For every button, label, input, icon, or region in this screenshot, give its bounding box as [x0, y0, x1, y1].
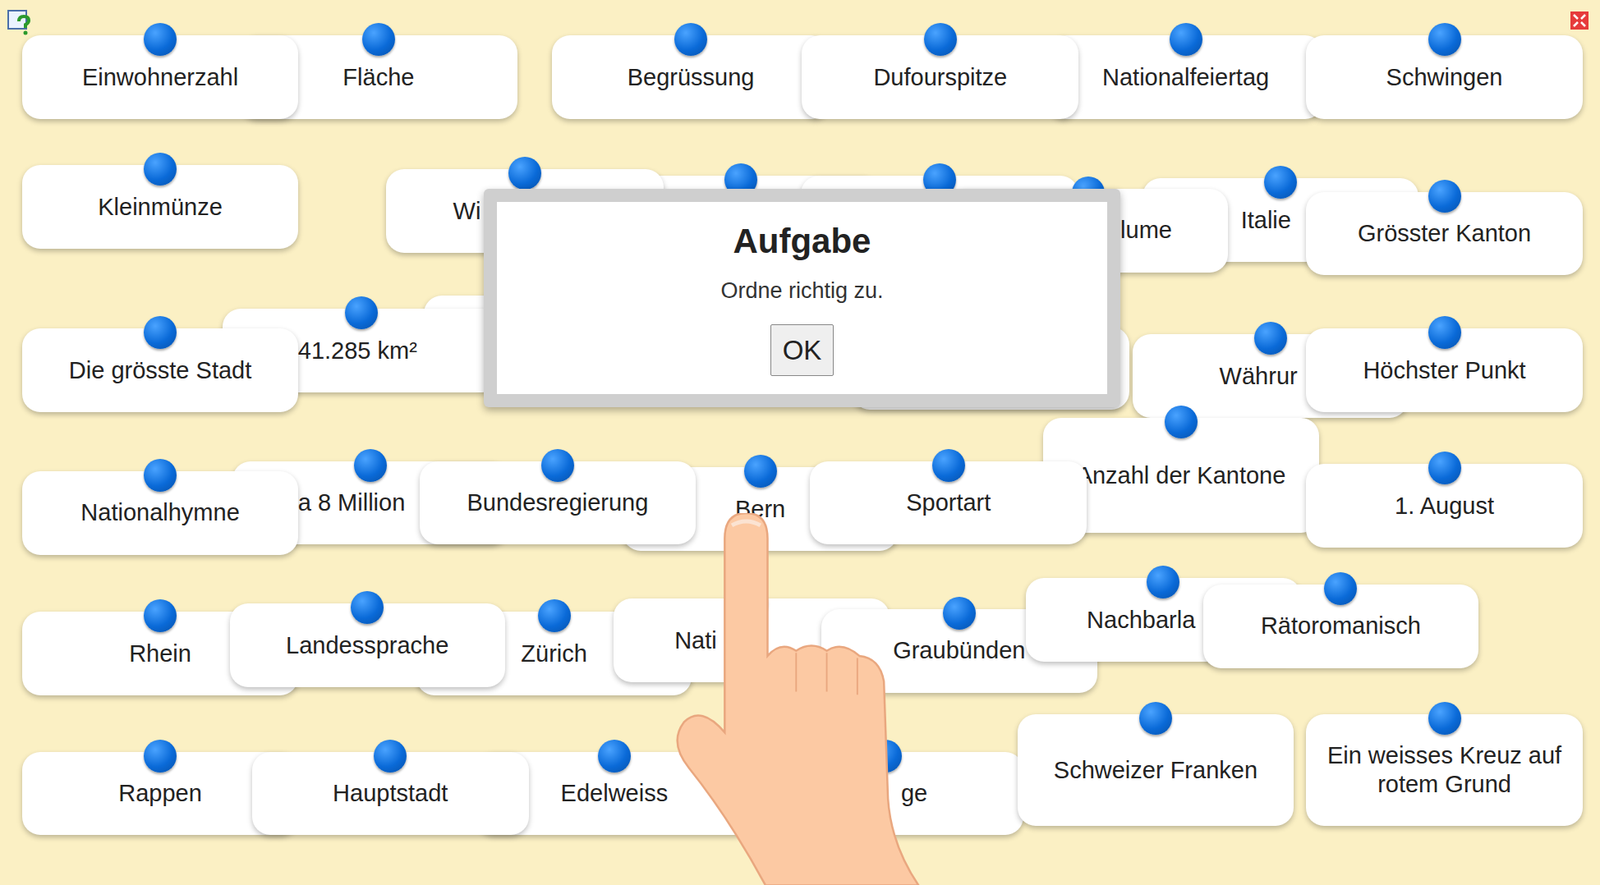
card[interactable]: Die grösste Stadt [22, 328, 298, 413]
card-text: Italie [1241, 206, 1292, 235]
pin [1264, 165, 1297, 199]
card-text: Ein weisses Kreuz auf rotem Grund [1327, 741, 1563, 800]
card[interactable]: Nationalhymne [22, 471, 298, 556]
pin [597, 740, 631, 773]
card[interactable]: Höchster Punkt [1305, 328, 1583, 413]
pin [1428, 22, 1462, 56]
card-text: Rappen [118, 779, 203, 809]
card-text: a 8 Million [298, 488, 406, 518]
card-text: Hauptstadt [332, 779, 448, 809]
pin [350, 591, 384, 625]
pin [674, 22, 708, 56]
card-text: Begrüssung [627, 63, 755, 92]
card-text: Nationalhymne [80, 498, 240, 528]
card-text: ge [901, 779, 928, 809]
pin [1164, 405, 1198, 439]
card[interactable]: Begrüssung [551, 35, 830, 120]
pin [1146, 565, 1180, 599]
card-text: Schwingen [1386, 63, 1504, 92]
card[interactable]: Ein weisses Kreuz auf rotem Grund [1305, 714, 1583, 828]
card[interactable]: Rätoromanisch [1203, 584, 1479, 669]
pin [744, 455, 778, 488]
card-text: 1. August [1394, 491, 1495, 521]
card-text: Die grösste Stadt [68, 356, 252, 386]
pin [143, 459, 177, 492]
pin [354, 449, 387, 483]
pin [942, 597, 976, 630]
card-text: Nachbarla [1086, 606, 1196, 635]
pin [373, 740, 407, 773]
card-text: Graubünden [892, 636, 1026, 666]
pin [1169, 22, 1203, 56]
ok-button[interactable]: OK [770, 324, 835, 378]
fullscreen-icon[interactable] [1570, 11, 1589, 30]
card-text: Rhein [128, 639, 192, 669]
help-icon[interactable] [5, 8, 34, 37]
pin [537, 599, 571, 633]
pointing-hand-icon [668, 513, 929, 885]
card[interactable]: Landessprache [229, 603, 506, 688]
pin [143, 740, 177, 773]
card[interactable]: Grösster Kanton [1305, 192, 1583, 276]
pin [1428, 316, 1462, 350]
dialog-title: Aufgabe [732, 220, 871, 264]
pin [344, 296, 378, 330]
card-text: Kleinmünze [97, 193, 223, 222]
card-text: Nationalfeiertag [1102, 63, 1269, 92]
card-text: Landessprache [285, 631, 449, 661]
card[interactable]: Schwingen [1305, 35, 1583, 120]
pin [362, 22, 396, 56]
task-dialog: Aufgabe Ordne richtig zu. OK [483, 188, 1121, 409]
card-text: Währur [1219, 362, 1298, 391]
card-text: Sportart [905, 488, 991, 518]
card-text: lume [1120, 216, 1173, 245]
game-board: Fläche Einwohnerzahl Begrüssung Nationalfei… [0, 0, 1600, 885]
pin [1428, 451, 1462, 485]
card[interactable]: Nationalfeiertag [1048, 35, 1324, 120]
card-text: Bundesregierung [466, 488, 649, 518]
card-text: Rätoromanisch [1260, 611, 1421, 641]
card-text: Anzahl der Kantone [1076, 461, 1287, 491]
pin [1324, 572, 1357, 606]
pin [932, 449, 966, 483]
card[interactable]: Schweizer Franken [1017, 714, 1295, 828]
pin [1428, 179, 1462, 213]
pin [143, 152, 177, 186]
card[interactable]: Hauptstadt [252, 752, 529, 837]
dialog-message: Ordne richtig zu. [720, 274, 883, 309]
card-text: Nati [674, 626, 718, 656]
card[interactable]: Dufourspitze [801, 35, 1079, 120]
pin [508, 156, 542, 190]
card-text: Wi [453, 197, 482, 226]
card[interactable]: Sportart [809, 461, 1087, 546]
card-text: Dufourspitze [873, 63, 1007, 92]
pin [143, 22, 177, 56]
pin [1139, 702, 1173, 736]
card-text: Einwohnerzahl [82, 63, 239, 92]
card-text: Grösster Kanton [1357, 219, 1532, 249]
card[interactable]: 1. August [1305, 464, 1583, 548]
card[interactable]: Einwohnerzahl [22, 35, 298, 120]
pin [143, 316, 177, 350]
card-text: Fläche [342, 63, 414, 92]
card[interactable]: Kleinmünze [22, 165, 298, 249]
card[interactable]: Bundesregierung [419, 461, 697, 546]
card-text: 41.285 km² [298, 336, 418, 366]
card-text: Schweizer Franken [1053, 756, 1258, 786]
card-text: Höchster Punkt [1362, 356, 1526, 386]
pin [143, 599, 177, 633]
pin [924, 22, 957, 56]
pin [541, 449, 575, 483]
card-text: Zürich [520, 639, 588, 669]
card-text: Edelweiss [560, 779, 669, 809]
pin [1428, 702, 1462, 736]
pin [1254, 321, 1288, 355]
